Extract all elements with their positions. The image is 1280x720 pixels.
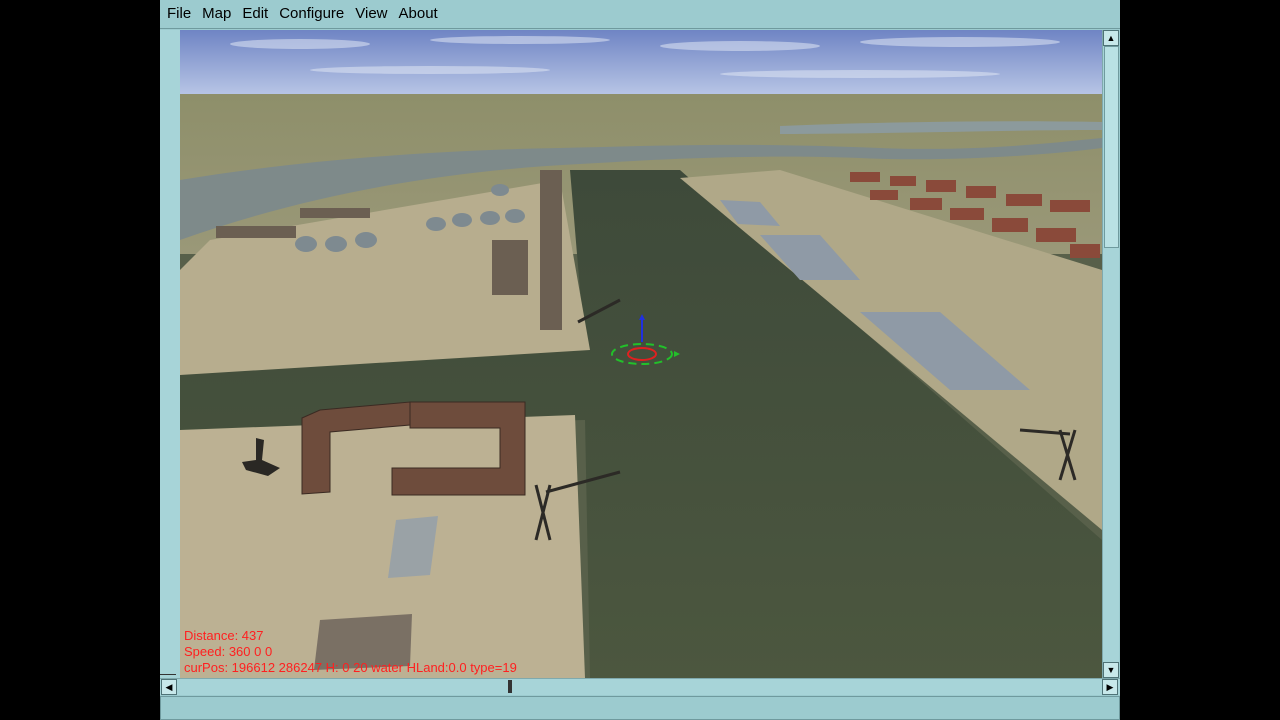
map-3d-viewport[interactable]: Distance: 437 Speed: 360 0 0 curPos: 196… <box>180 30 1102 678</box>
terrain-scene[interactable] <box>180 30 1102 678</box>
status-bar <box>160 696 1120 720</box>
menu-about[interactable]: About <box>393 0 443 28</box>
menu-view[interactable]: View <box>349 0 392 28</box>
menu-file[interactable]: File <box>160 0 196 28</box>
application-window: File Map Edit Configure View About Dista… <box>160 0 1120 720</box>
menu-map[interactable]: Map <box>196 0 236 28</box>
vertical-scrollbar[interactable]: ▲ ▼ <box>1102 30 1119 678</box>
small-shed <box>388 516 438 578</box>
triangle-right-icon[interactable]: ▶ <box>1102 679 1118 695</box>
menu-configure[interactable]: Configure <box>273 0 349 28</box>
menu-edit[interactable]: Edit <box>236 0 273 28</box>
telemetry-overlay: Distance: 437 Speed: 360 0 0 curPos: 196… <box>184 628 517 676</box>
triangle-up-icon[interactable]: ▲ <box>1103 30 1119 46</box>
speed-readout: Speed: 360 0 0 <box>184 644 273 659</box>
left-panel-strip <box>160 30 181 680</box>
menu-bar: File Map Edit Configure View About <box>160 0 1120 29</box>
triangle-left-icon[interactable]: ◀ <box>161 679 177 695</box>
triangle-down-icon[interactable]: ▼ <box>1103 662 1119 678</box>
horizontal-scroll-thumb[interactable] <box>508 680 512 693</box>
horizontal-scrollbar[interactable]: ◀ ▶ <box>160 678 1120 695</box>
distance-readout: Distance: 437 <box>184 628 264 643</box>
position-readout: curPos: 196612 286247 H: 0 20 water HLan… <box>184 660 517 675</box>
vertical-scroll-thumb[interactable] <box>1104 46 1119 248</box>
